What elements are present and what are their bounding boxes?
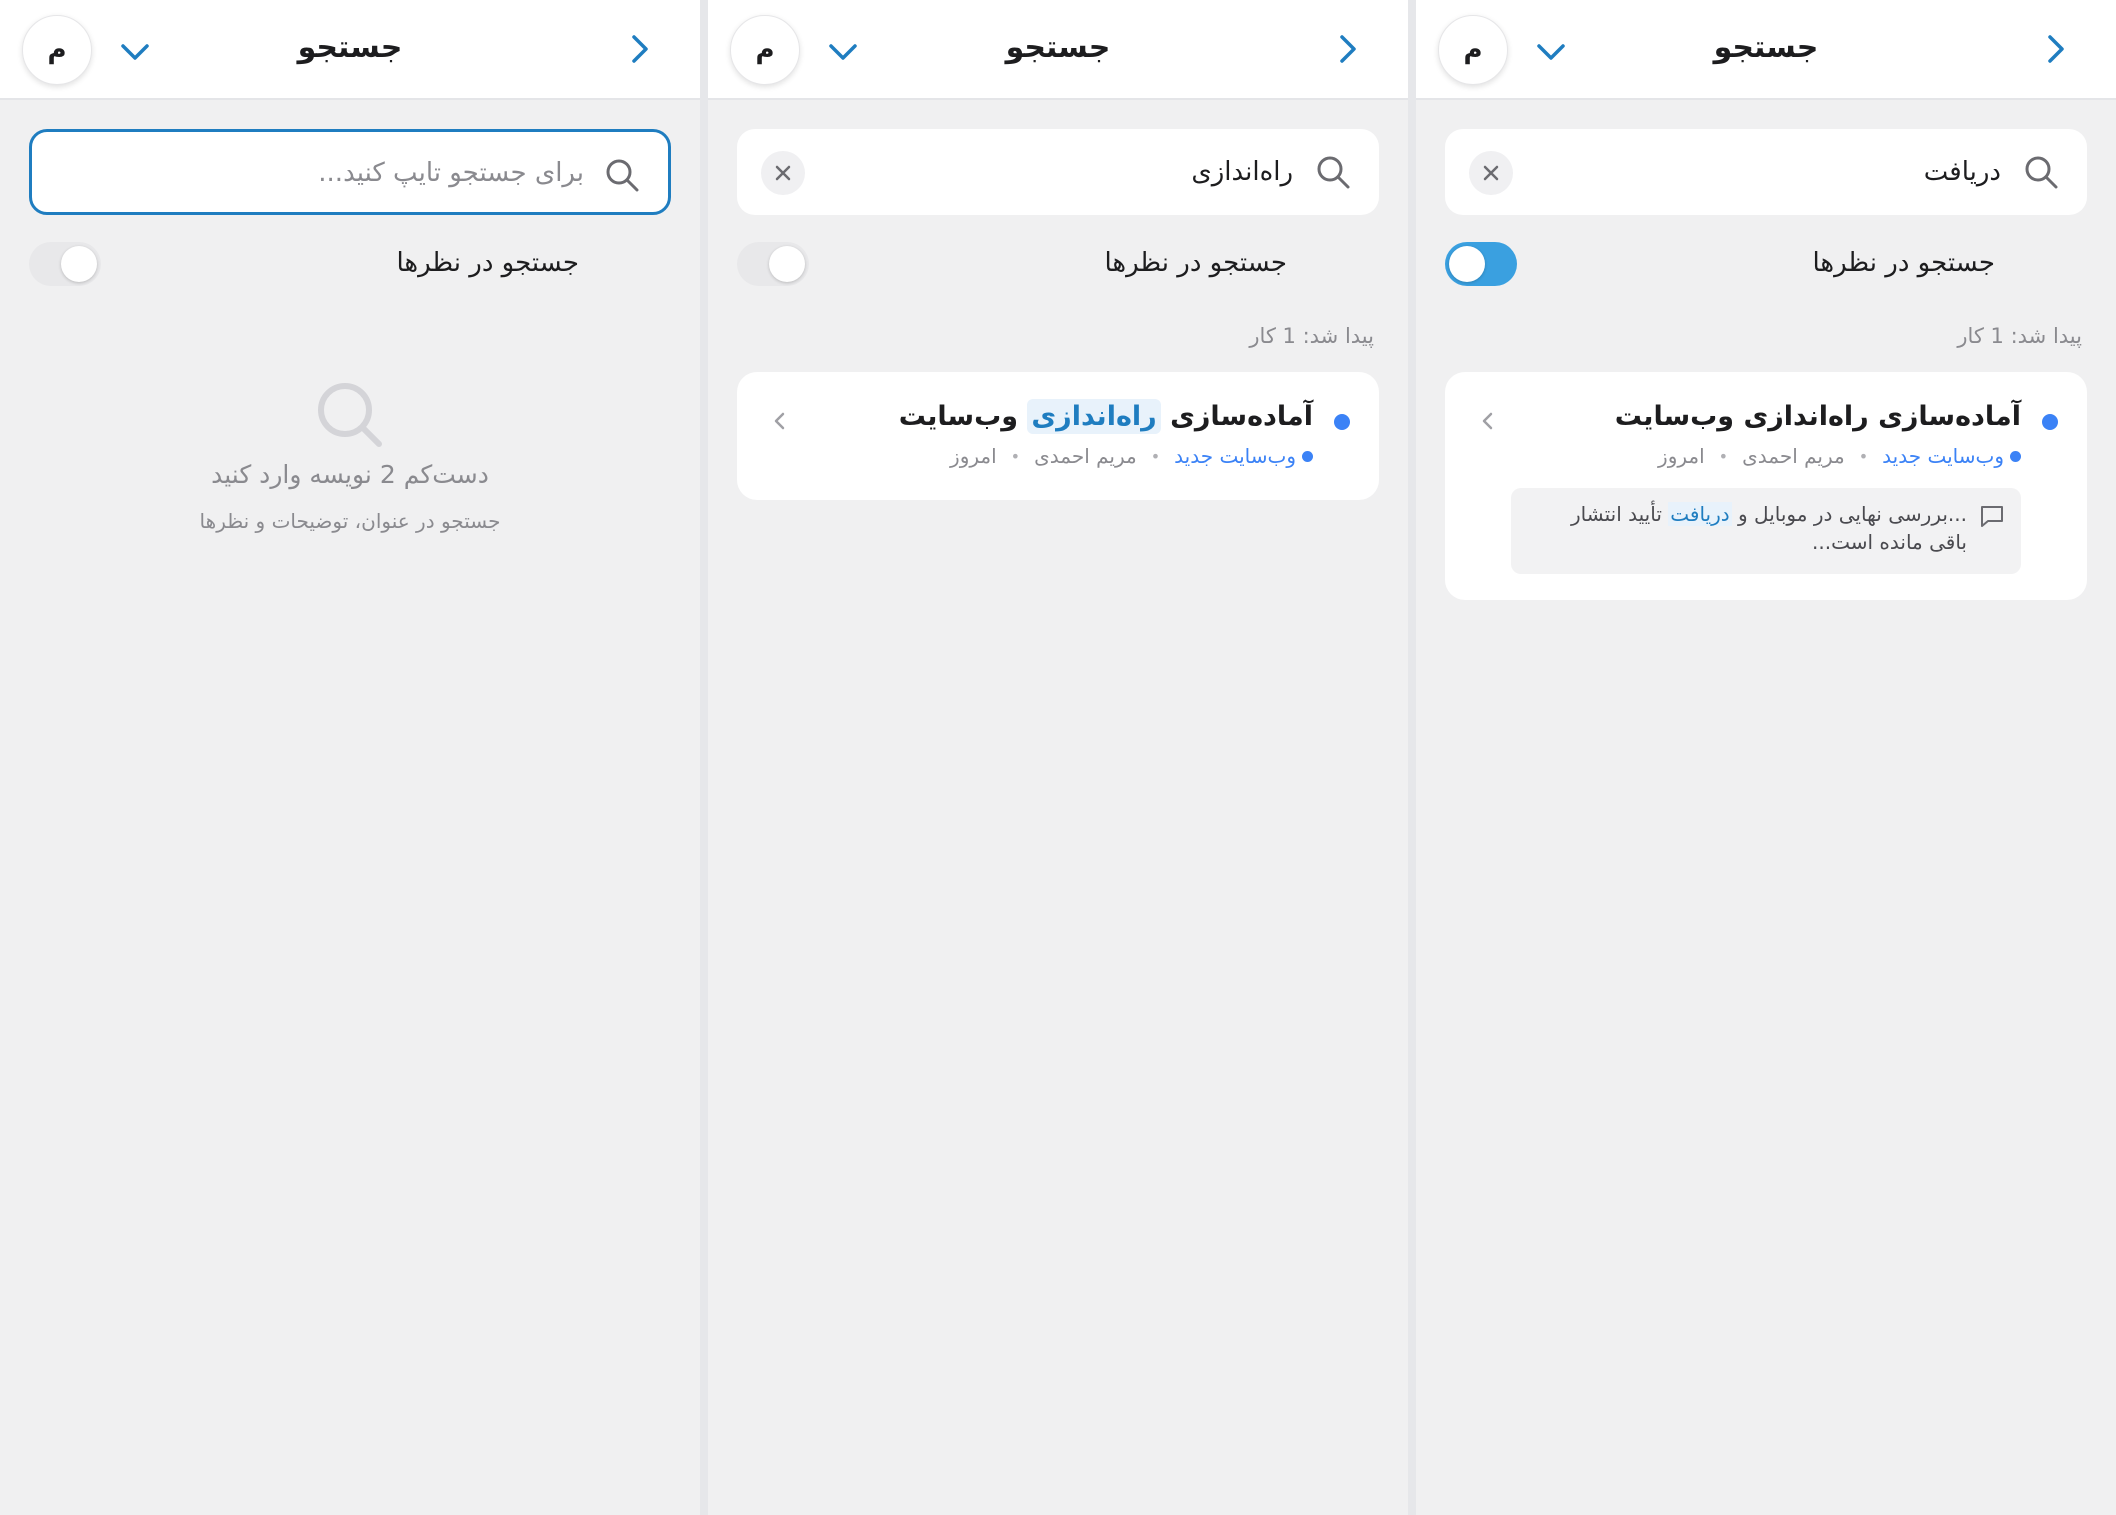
toggle-knob: [769, 246, 805, 282]
search-icon: [318, 383, 382, 447]
toggle-knob: [61, 246, 97, 282]
comment-text-part: ...بررسی نهایی در موبایل و: [1731, 502, 1967, 526]
search-in-comments-toggle[interactable]: [1445, 242, 1517, 286]
search-box: [737, 129, 1379, 215]
assignee-name: مریم احمدی: [1742, 444, 1845, 468]
page-title: جستجو: [1005, 30, 1111, 65]
divider: [1408, 0, 1416, 1515]
empty-state-subtitle: جستجو در عنوان، توضیحات و نظرها: [199, 509, 501, 533]
clear-search-button[interactable]: [761, 151, 805, 195]
divider: [700, 0, 708, 1515]
task-result-card[interactable]: آماده‌سازی راه‌اندازی وب‌سایت وب‌سایت جد…: [1445, 372, 2087, 600]
search-icon: [2025, 156, 2058, 189]
search-box: [1445, 129, 2087, 215]
search-input[interactable]: [142, 148, 586, 198]
search-input[interactable]: [1555, 147, 2003, 197]
search-screen-empty: جستجو م جستجو در نظرها دست‌کم 2 نویسه وا…: [0, 0, 700, 1515]
menu-dropdown-button[interactable]: [1531, 32, 1571, 72]
chevron-left-icon: [1482, 412, 1493, 430]
menu-dropdown-button[interactable]: [823, 32, 863, 72]
comments-toggle-label: جستجو در نظرها: [1104, 248, 1287, 278]
task-meta: وب‌سایت جدید • مریم احمدی • امروز: [950, 444, 1313, 468]
task-meta: وب‌سایت جدید • مریم احمدی • امروز: [1658, 444, 2021, 468]
clear-search-button[interactable]: [1469, 151, 1513, 195]
assignee-name: مریم احمدی: [1034, 444, 1137, 468]
separator: •: [1010, 446, 1021, 466]
search-in-comments-toggle[interactable]: [29, 242, 101, 286]
separator: •: [1858, 446, 1869, 466]
task-date: امروز: [1658, 444, 1705, 468]
page-title: جستجو: [297, 30, 403, 65]
task-date: امروز: [950, 444, 997, 468]
comment-match-highlight: دریافت: [1668, 502, 1732, 526]
search-icon: [1317, 156, 1350, 189]
chevron-down-icon: [1537, 44, 1565, 60]
close-icon: [1483, 165, 1499, 181]
task-result-card[interactable]: آماده‌سازی راه‌اندازی وب‌سایت وب‌سایت جد…: [737, 372, 1379, 500]
empty-state-title: دست‌کم 2 نویسه وارد کنید: [211, 460, 489, 489]
empty-state: دست‌کم 2 نویسه وارد کنید جستجو در عنوان،…: [0, 380, 700, 533]
task-title: آماده‌سازی راه‌اندازی وب‌سایت: [898, 399, 1313, 434]
close-icon: [775, 165, 791, 181]
avatar[interactable]: م: [730, 15, 800, 85]
chevron-down-icon: [121, 44, 149, 60]
task-title-text: آماده‌سازی: [1160, 401, 1313, 432]
comment-icon: [1981, 506, 2003, 527]
app-bar: جستجو م: [0, 0, 700, 100]
comment-text: ...بررسی نهایی در موبایل و دریافت تأیید …: [1551, 500, 1967, 556]
avatar[interactable]: م: [22, 15, 92, 85]
results-count: پیدا شد: 1 کار: [1249, 324, 1374, 348]
project-name: وب‌سایت جدید: [1882, 444, 2004, 468]
task-title: آماده‌سازی راه‌اندازی وب‌سایت: [1614, 401, 2021, 432]
page-title: جستجو: [1713, 30, 1819, 65]
separator: •: [1718, 446, 1729, 466]
status-dot: [2042, 414, 2058, 430]
search-icon: [606, 159, 639, 192]
toggle-knob: [1449, 246, 1485, 282]
status-dot: [1334, 414, 1350, 430]
comments-toggle-label: جستجو در نظرها: [396, 248, 579, 278]
results-count: پیدا شد: 1 کار: [1957, 324, 2082, 348]
chevron-down-icon: [829, 44, 857, 60]
project-name: وب‌سایت جدید: [1174, 444, 1296, 468]
project-dot: [1302, 450, 1313, 462]
project-dot: [2010, 450, 2021, 462]
title-match-highlight: راه‌اندازی: [1027, 399, 1161, 434]
comment-snippet: ...بررسی نهایی در موبایل و دریافت تأیید …: [1511, 488, 2021, 574]
search-screen-title-match: جستجو م جستجو در نظرها پیدا شد: 1 کار آم…: [708, 0, 1408, 1515]
app-bar: جستجو م: [1416, 0, 2116, 100]
separator: •: [1150, 446, 1161, 466]
chevron-left-icon: [774, 412, 785, 430]
comments-toggle-row: جستجو در نظرها: [29, 242, 671, 290]
task-title-text: وب‌سایت: [898, 401, 1028, 432]
app-bar: جستجو م: [708, 0, 1408, 100]
search-box: [29, 129, 671, 215]
comments-toggle-label: جستجو در نظرها: [1812, 248, 1995, 278]
comments-toggle-row: جستجو در نظرها: [737, 242, 1379, 290]
avatar[interactable]: م: [1438, 15, 1508, 85]
search-screen-comment-match: جستجو م جستجو در نظرها پیدا شد: 1 کار آم…: [1416, 0, 2116, 1515]
comments-toggle-row: جستجو در نظرها: [1445, 242, 2087, 290]
menu-dropdown-button[interactable]: [115, 32, 155, 72]
search-input[interactable]: [847, 147, 1295, 197]
search-in-comments-toggle[interactable]: [737, 242, 809, 286]
